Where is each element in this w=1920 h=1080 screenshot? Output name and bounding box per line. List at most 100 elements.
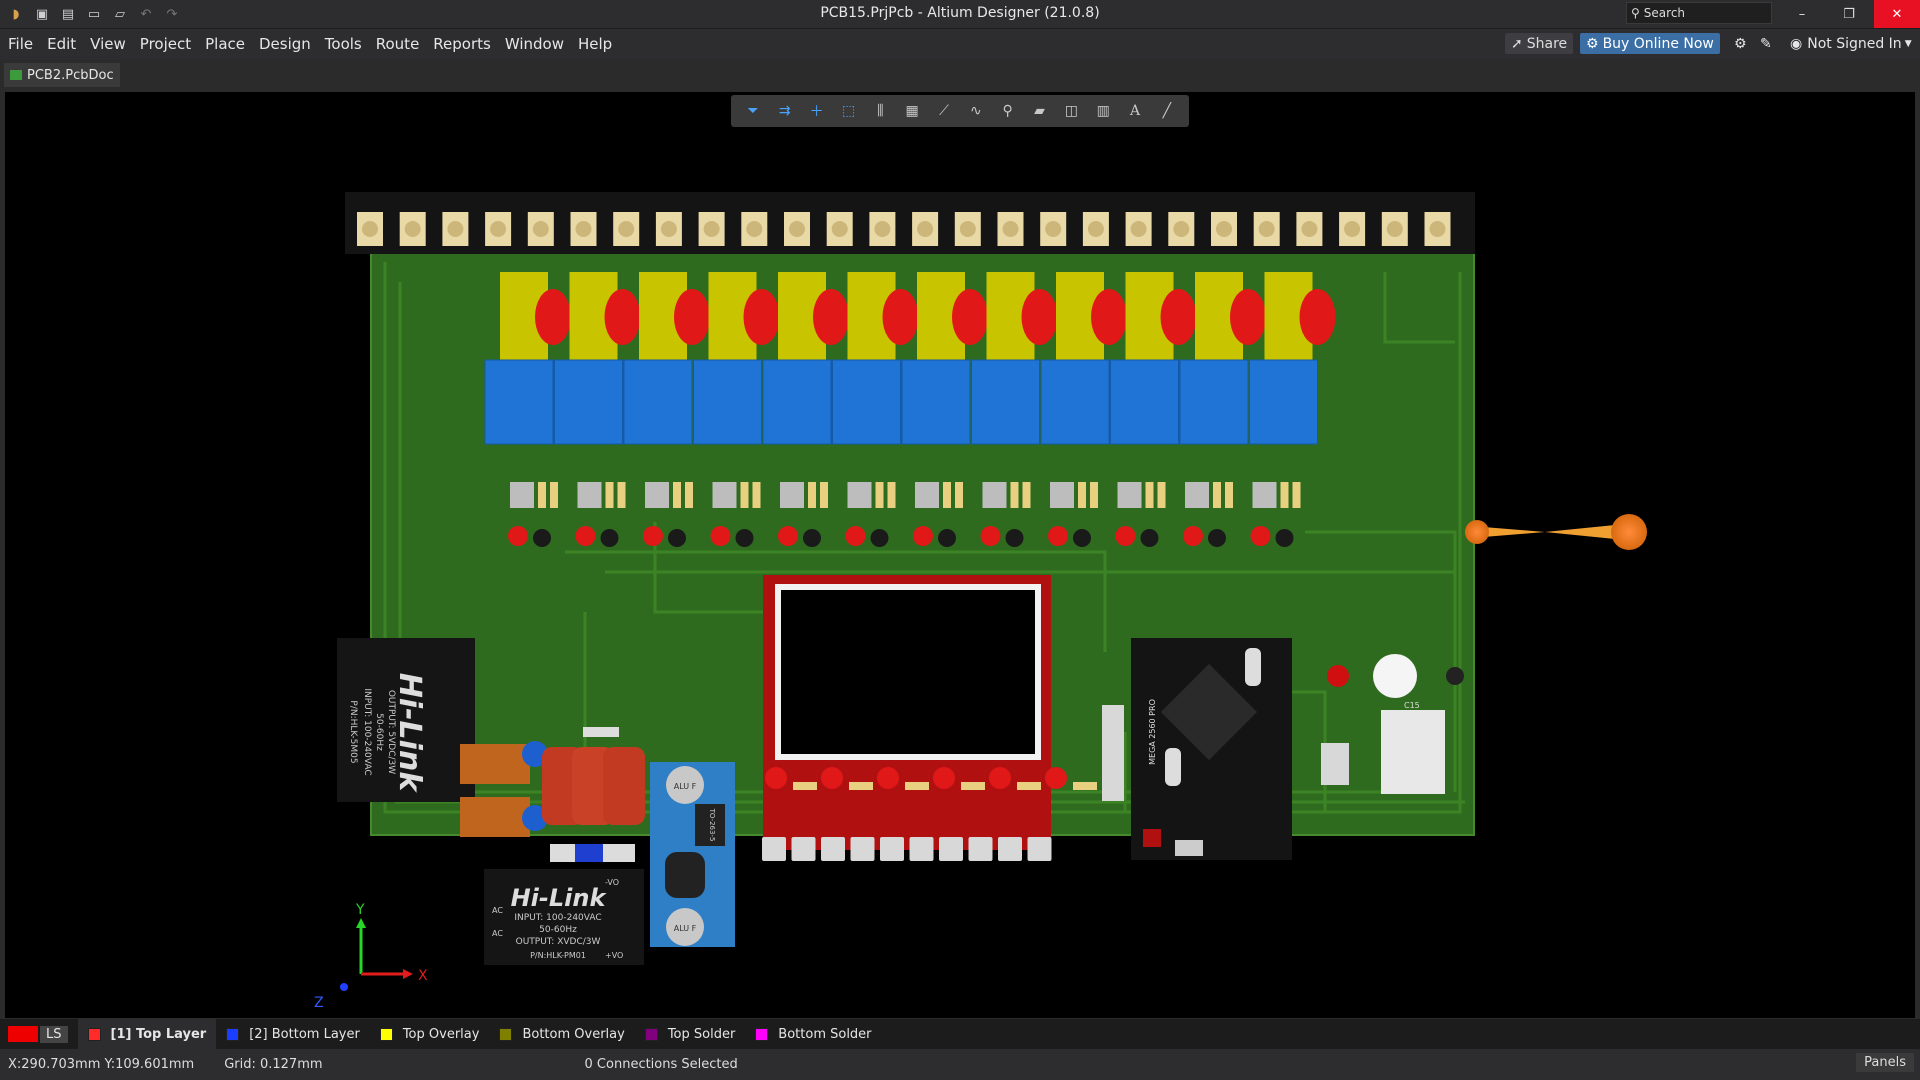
hilink-big-pn: P/N:HLK-5M05 — [348, 700, 358, 763]
screw-head — [1173, 221, 1190, 237]
indicator-led — [845, 526, 866, 546]
resistor — [550, 482, 558, 508]
menu-route[interactable]: Route — [376, 35, 420, 53]
relay — [971, 359, 1040, 445]
share-button[interactable]: ➚ Share — [1505, 33, 1574, 54]
user-menu[interactable]: ◉ Not Signed In ▼ — [1784, 33, 1918, 54]
hilink-small-ac1: AC — [492, 906, 503, 915]
cart-icon: ⚙ — [1586, 35, 1599, 52]
screw-head — [1258, 221, 1275, 237]
menu-project[interactable]: Project — [140, 35, 191, 53]
hilink-small-input: INPUT: 100-240VAC — [514, 913, 601, 923]
tab-bottom-overlay[interactable]: Bottom Overlay — [489, 1019, 634, 1049]
red-led — [674, 289, 710, 345]
resistor — [1073, 782, 1097, 790]
menu-window[interactable]: Window — [505, 35, 564, 53]
indicator-led — [1115, 526, 1136, 546]
button-led — [877, 767, 899, 789]
panels-button[interactable]: Panels — [1856, 1053, 1914, 1072]
pcb-3d-canvas[interactable]: ⏷ ⇉ ＋ ⬚ ⫼ ▦ ⟋ ∿ ⚲ ▰ ◫ ▥ A ╱ Hi-Link INPU… — [5, 92, 1915, 1018]
hilink-big-brand: Hi-Link — [392, 673, 427, 794]
screw-head — [575, 221, 592, 237]
resistor — [1213, 482, 1221, 508]
resistor — [808, 482, 816, 508]
relay — [832, 359, 901, 445]
share-icon: ➚ — [1511, 35, 1523, 52]
optocoupler — [1117, 482, 1142, 508]
menu-file[interactable]: File — [8, 35, 33, 53]
document-tab-bar: PCB2.PcbDoc — [0, 60, 1920, 90]
close-button[interactable]: ✕ — [1874, 0, 1920, 28]
relay — [554, 359, 623, 445]
tab-top-solder[interactable]: Top Solder — [635, 1019, 745, 1049]
doc-tab-pcb2[interactable]: PCB2.PcbDoc — [4, 63, 120, 87]
menu-place[interactable]: Place — [205, 35, 245, 53]
menu-edit[interactable]: Edit — [47, 35, 76, 53]
relay — [1249, 359, 1318, 445]
button-led — [933, 767, 955, 789]
cap2-label: ALU F — [674, 924, 697, 933]
menu-reports[interactable]: Reports — [433, 35, 491, 53]
axis-z-label: Z — [314, 995, 324, 1011]
minimize-button[interactable]: – — [1780, 0, 1824, 28]
resistor — [1157, 482, 1166, 508]
menu-help[interactable]: Help — [578, 35, 612, 53]
resistor — [1145, 482, 1154, 508]
screw-head — [959, 221, 976, 237]
resistor — [583, 727, 619, 737]
transistor — [1208, 529, 1226, 547]
menu-design[interactable]: Design — [259, 35, 311, 53]
search-placeholder: Search — [1643, 6, 1686, 20]
layer-label: Bottom Overlay — [522, 1026, 625, 1042]
resistor — [943, 482, 951, 508]
button-led — [989, 767, 1011, 789]
tactile-switch — [998, 837, 1022, 861]
search-icon: ⚲ — [1631, 6, 1640, 20]
tab-bottom-layer[interactable]: [2] Bottom Layer — [216, 1019, 370, 1049]
user-label: Not Signed In — [1807, 35, 1902, 52]
tab-bottom-solder[interactable]: Bottom Solder — [745, 1019, 881, 1049]
hilink-small-pn: P/N:HLK-PM01 — [530, 951, 586, 960]
resistor — [849, 782, 873, 790]
screw-head — [1386, 221, 1403, 237]
tab-top-layer[interactable]: [1] Top Layer — [77, 1019, 217, 1049]
screw-head — [789, 221, 805, 237]
tab-top-overlay[interactable]: Top Overlay — [370, 1019, 490, 1049]
notifications-icon[interactable]: ✎ — [1754, 33, 1778, 54]
pcb-doc-icon — [10, 70, 22, 80]
led-status — [1327, 665, 1349, 687]
layer-label: [1] Top Layer — [110, 1026, 207, 1042]
layer-label: Top Overlay — [402, 1026, 480, 1042]
settings-icon[interactable]: ⚙ — [1728, 33, 1753, 54]
search-box[interactable]: ⚲ Search — [1626, 2, 1772, 24]
resistor — [1078, 482, 1086, 508]
layer-set-selector[interactable]: LS — [8, 1025, 68, 1043]
resistor — [740, 482, 749, 508]
menu-bar: File Edit View Project Place Design Tool… — [0, 29, 1920, 59]
layer-color-swatch — [644, 1027, 658, 1041]
screw-head — [532, 221, 549, 237]
relay — [1110, 359, 1179, 445]
relay — [901, 359, 971, 445]
screw-head — [831, 221, 848, 237]
menu-view[interactable]: View — [90, 35, 126, 53]
restore-button[interactable]: ❐ — [1827, 0, 1871, 28]
lcd-screen — [781, 590, 1035, 754]
optocoupler — [1050, 482, 1074, 508]
optocoupler — [982, 482, 1007, 508]
optocoupler — [712, 482, 737, 508]
transistor — [668, 529, 686, 547]
buy-online-button[interactable]: ⚙ Buy Online Now — [1580, 33, 1720, 54]
resistor — [955, 482, 963, 508]
sensor-cap-label: C15 — [1404, 701, 1420, 710]
indicator-led — [980, 526, 1001, 546]
screw-head — [490, 221, 507, 237]
dht-sensor — [1381, 710, 1445, 794]
button-led — [765, 767, 787, 789]
transistor — [735, 529, 754, 547]
screw-head — [746, 221, 763, 237]
menu-tools[interactable]: Tools — [325, 35, 362, 53]
relay — [762, 359, 832, 445]
layer-label: Bottom Solder — [778, 1026, 872, 1042]
resistor — [685, 482, 693, 508]
